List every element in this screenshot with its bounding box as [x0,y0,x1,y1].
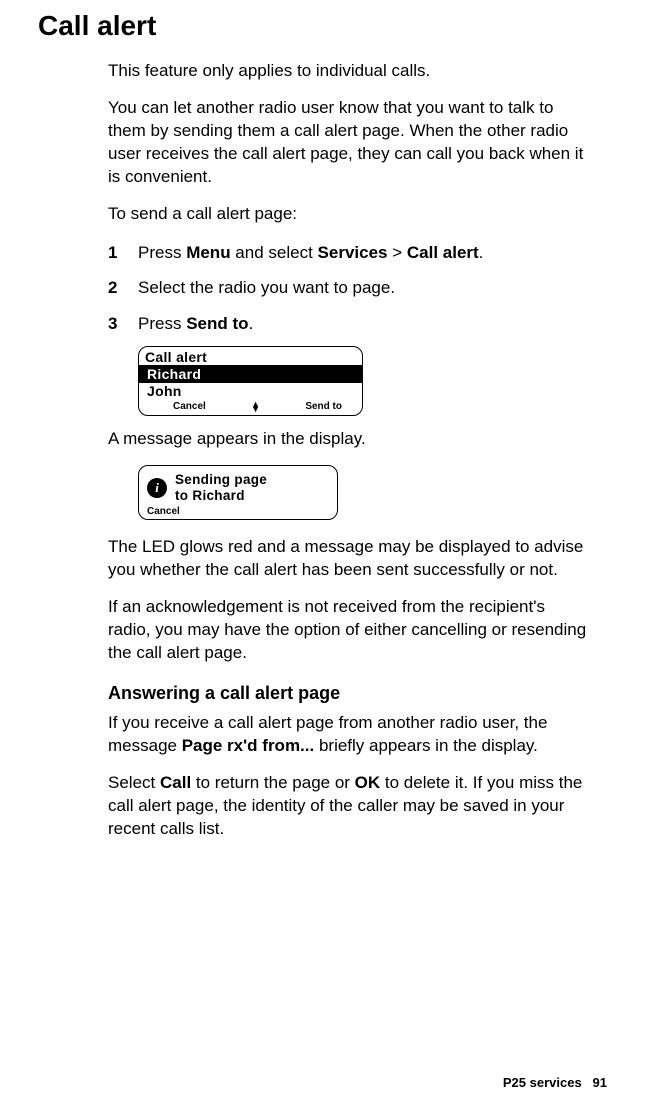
page-footer: P25 services 91 [503,1075,607,1090]
text-fragment: and select [231,243,318,262]
info-icon: i [147,478,167,498]
step-number: 1 [108,240,138,266]
radio-display-sending: i Sending page to Richard Cancel [138,465,338,520]
text-fragment: . [249,314,254,333]
page-rxd-label: Page rx'd from... [182,736,315,755]
softkey-cancel: Cancel [147,504,329,517]
call-label: Call [160,773,191,792]
answer-paragraph-2: Select Call to return the page or OK to … [108,772,587,841]
text-fragment: Press [138,314,186,333]
text-fragment: to return the page or [191,773,355,792]
text-fragment: Press [138,243,186,262]
footer-section: P25 services [503,1075,582,1090]
body-column: This feature only applies to individual … [108,60,587,841]
display-softkey-row: Cancel ▲▼ Send to [139,400,362,415]
softkey-cancel: Cancel [173,401,206,412]
text-fragment: briefly appears in the display. [314,736,538,755]
message-line-1: Sending page [175,472,267,487]
display-selected-item: Richard [139,365,362,383]
menu-label: Menu [186,243,230,262]
services-label: Services [318,243,388,262]
step-1: 1 Press Menu and select Services > Call … [108,240,587,266]
message-line-2: to Richard [175,488,245,503]
intro-paragraph-2: You can let another radio user know that… [108,97,587,189]
ok-label: OK [355,773,381,792]
softkey-send-to: Send to [305,401,342,412]
step-3: 3 Press Send to. [108,311,587,337]
nav-arrows-icon: ▲▼ [251,402,260,412]
ack-paragraph: If an acknowledgement is not received fr… [108,596,587,665]
call-alert-label: Call alert [407,243,479,262]
display-title: Call alert [139,347,362,365]
step-text: Press Send to. [138,311,587,337]
radio-display-contact-list: Call alert Richard John Cancel ▲▼ Send t… [138,346,363,416]
text-fragment: Select [108,773,160,792]
send-to-label: Send to [186,314,248,333]
text-fragment: . [479,243,484,262]
display-item: John [139,383,362,400]
footer-page-number: 91 [593,1075,607,1090]
step-text: Press Menu and select Services > Call al… [138,240,587,266]
after-display-paragraph: A message appears in the display. [108,428,587,451]
steps-list: 1 Press Menu and select Services > Call … [108,240,587,337]
page-title: Call alert [38,10,607,42]
intro-paragraph-1: This feature only applies to individual … [108,60,587,83]
step-number: 2 [108,275,138,301]
step-2: 2 Select the radio you want to page. [108,275,587,301]
intro-paragraph-3: To send a call alert page: [108,203,587,226]
text-fragment: > [387,243,406,262]
led-paragraph: The LED glows red and a message may be d… [108,536,587,582]
step-number: 3 [108,311,138,337]
answer-paragraph-1: If you receive a call alert page from an… [108,712,587,758]
display-message: Sending page to Richard [175,472,267,504]
step-text: Select the radio you want to page. [138,275,587,301]
subheading: Answering a call alert page [108,683,587,704]
